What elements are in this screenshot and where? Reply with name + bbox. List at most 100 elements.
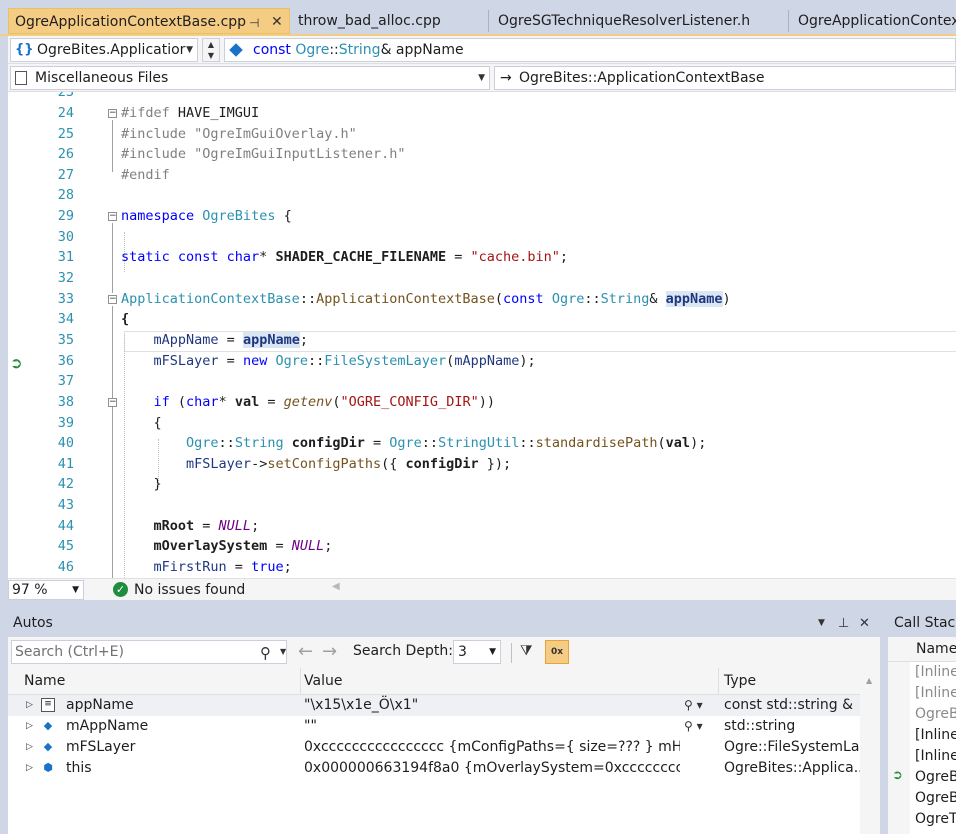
table-row[interactable]: ▷ ◆ mFSLayer 0xcccccccccccccccc {mConfig… [8,737,860,758]
zoom-dropdown[interactable]: 97 % ▼ [8,580,84,600]
expand-icon[interactable]: ▷ [26,716,33,737]
call-stack-frame[interactable]: [Inline [915,662,956,683]
code-line-34: { [121,311,130,327]
expand-icon[interactable]: ▷ [26,758,33,779]
navigation-spinner[interactable]: ▲ ▼ [202,38,220,62]
search-icon[interactable]: ⚲ ▾ [684,716,703,737]
search-icon[interactable]: ⚲ ▾ [684,695,703,716]
member-name: & appName [380,42,464,58]
code-line-46: mFirstRun = true; [153,559,292,575]
variable-value[interactable]: "" [304,716,680,737]
chevron-down-icon[interactable]: ▼ [280,641,286,663]
code-line-35: mAppName = appName; [153,332,308,348]
fold-toggle[interactable]: − [108,295,117,304]
search-placeholder: Search (Ctrl+E) [15,644,124,660]
column-header-value[interactable]: Value [296,668,342,695]
fold-line [112,120,113,172]
call-stack-title: Call Stack [888,610,956,637]
current-frame-arrow-icon: ➲ [892,768,903,783]
call-stack-frame-current[interactable]: OgreB [915,767,956,788]
member-dropdown[interactable]: const Ogre::String& appName [224,38,956,62]
call-stack-frame[interactable]: OgreT [915,809,956,830]
issues-status[interactable]: No issues found [134,581,245,599]
close-icon[interactable]: ✕ [271,9,283,33]
column-header-type[interactable]: Type [716,668,756,695]
document-tab-bar: OgreApplicationContextBase.cpp ⊣ ✕ throw… [0,0,956,36]
files-dropdown[interactable]: Miscellaneous Files ▼ [10,66,490,90]
scroll-left-icon[interactable]: ◀ [332,581,340,592]
call-stack-frame[interactable]: [Inline [915,725,956,746]
code-line-42: } [121,476,162,492]
member-const: const [253,42,296,58]
column-header-name[interactable]: Name [888,637,956,662]
code-editor[interactable]: ➲ 23 24 25 26 27 28 29 30 31 32 33 34 35… [8,92,956,578]
project-dropdown[interactable]: {} OgreBites.Applicatior ▼ [10,38,198,62]
search-icon[interactable]: ⚲ [260,642,271,664]
check-circle-icon[interactable]: ✓ [113,582,128,597]
call-stack-frame[interactable]: OgreB [915,704,956,725]
hex-display-icon[interactable]: 0x [545,640,569,664]
line-number: 37 [57,373,74,389]
close-icon[interactable]: ✕ [859,610,870,637]
fold-toggle[interactable]: − [108,109,117,118]
pin-icon[interactable]: ⊣ [249,10,259,33]
tab-ogreapplicationcontext[interactable]: OgreApplicationContext [792,8,956,34]
toolbar-separator [511,643,512,663]
call-stack-list: ➲ [Inline [Inline OgreB [Inline [Inline … [888,662,956,834]
variable-name: mFSLayer [66,739,136,755]
table-row[interactable]: ▷ ⬢ this 0x000000663194f8a0 {mOverlaySys… [8,758,860,779]
variable-value[interactable]: 0xcccccccccccccccc {mConfigPaths={ size=… [304,737,680,758]
vertical-scrollbar[interactable]: ▲ [860,668,880,834]
table-row[interactable]: ▷ ◆ mAppName "" ⚲ ▾ std::string [8,716,860,737]
scope-label: OgreBites::ApplicationContextBase [519,70,765,86]
expand-icon[interactable]: ▷ [26,695,33,716]
code-line-31: static const char* SHADER_CACHE_FILENAME… [121,249,569,265]
code-line-44: mRoot = NULL; [153,518,260,534]
tab-ogreapplicationcontextbase-cpp[interactable]: OgreApplicationContextBase.cpp ⊣ ✕ [8,8,290,34]
tab-label: OgreApplicationContextBase.cpp [15,14,247,30]
search-input[interactable]: Search (Ctrl+E) ⚲ ▼ [11,640,287,664]
call-stack-frame[interactable]: [Inline [915,683,956,704]
chevron-down-icon: ▼ [186,45,193,55]
fold-toggle[interactable]: − [108,212,117,221]
tab-ogresgtechniqueresolverlistener-h[interactable]: OgreSGTechniqueResolverListener.h [492,8,784,34]
filter-pin-icon[interactable]: ⧩ [520,643,540,663]
line-number: 45 [57,538,74,554]
fold-line [112,409,113,485]
arrow-left-icon[interactable]: ← [298,641,313,662]
scroll-up-icon[interactable]: ▲ [866,676,872,685]
file-icon [15,71,27,85]
chevron-up-icon[interactable]: ▲ [203,39,219,50]
navigation-bar: {} OgreBites.Applicatior ▼ ▲ ▼ const Ogr… [8,36,956,64]
scope-dropdown[interactable]: → OgreBites::ApplicationContextBase [494,66,956,90]
variable-value[interactable]: "\x15\x1e_Ö\x1" [304,695,680,716]
expand-icon[interactable]: ▷ [26,737,33,758]
table-row[interactable]: ▷ ≡ appName "\x15\x1e_Ö\x1" ⚲ ▾ const st… [8,695,860,716]
fold-line [112,223,113,293]
arrow-right-icon[interactable]: → [322,641,337,662]
code-line-27: #endif [121,167,170,183]
call-stack-gutter: ➲ [888,662,910,834]
search-depth-value: 3 [458,644,467,660]
line-number: 33 [57,291,74,307]
code-line-38: if (char* val = getenv("OGRE_CONFIG_DIR"… [153,394,495,410]
code-line-25: #include "OgreImGuiOverlay.h" [121,126,357,142]
variable-name: mAppName [66,718,149,734]
code-line-41: mFSLayer->setConfigPaths({ configDir }); [186,456,512,472]
variable-value[interactable]: 0x000000663194f8a0 {mOverlaySystem=0xccc… [304,758,680,779]
tab-throw-bad-alloc-cpp[interactable]: throw_bad_alloc.cpp [292,8,484,34]
member-type: String [338,42,381,58]
fold-toggle[interactable]: − [108,398,117,407]
variable-type: OgreBites::Applica... [724,760,860,776]
pin-icon[interactable]: ⊥ [838,610,849,637]
chevron-down-icon[interactable]: ▼ [203,50,219,61]
member-namespace: Ogre [295,42,330,58]
chevron-down-icon[interactable]: ▼ [818,610,825,637]
line-number: 27 [57,167,74,183]
variable-name: appName [66,697,134,713]
search-depth-dropdown[interactable]: 3 ▼ [453,640,501,664]
code-line-24: #ifdef HAVE_IMGUI [121,105,260,121]
call-stack-frame[interactable]: OgreB [915,788,956,809]
column-header-name[interactable]: Name [16,668,65,695]
call-stack-frame[interactable]: [Inline [915,746,956,767]
